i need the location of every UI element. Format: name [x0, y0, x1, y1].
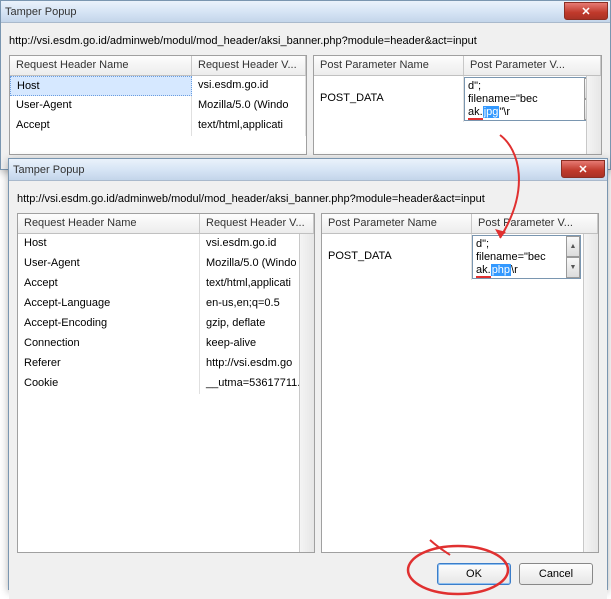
header-name: Accept-Language: [18, 294, 200, 314]
col-header-value[interactable]: Post Parameter V...: [472, 214, 598, 233]
close-button[interactable]: ✕: [561, 160, 605, 178]
header-name: Accept-Encoding: [18, 314, 200, 334]
table-row[interactable]: User-AgentMozilla/5.0 (Windo: [10, 96, 306, 116]
titlebar[interactable]: Tamper Popup ✕: [1, 1, 610, 23]
table-row[interactable]: User-AgentMozilla/5.0 (Windo: [18, 254, 314, 274]
table-row[interactable]: Connectionkeep-alive: [18, 334, 314, 354]
table-row[interactable]: Hostvsi.esdm.go.id: [10, 76, 306, 96]
scrollbar[interactable]: [586, 76, 601, 154]
param-name: POST_DATA: [322, 234, 472, 280]
header-value: en-us,en;q=0.5: [200, 294, 314, 314]
table-row[interactable]: Hostvsi.esdm.go.id: [18, 234, 314, 254]
request-headers-pane: Request Header Name Request Header V... …: [9, 55, 307, 155]
post-params-pane: Post Parameter Name Post Parameter V... …: [321, 213, 599, 553]
header-value: text/html,applicati: [200, 274, 314, 294]
header-name: Connection: [18, 334, 200, 354]
cancel-button[interactable]: Cancel: [519, 563, 593, 585]
header-name: Accept: [18, 274, 200, 294]
table-row[interactable]: Accept-Languageen-us,en;q=0.5: [18, 294, 314, 314]
col-header-name[interactable]: Request Header Name: [10, 56, 192, 75]
url-text: http://vsi.esdm.go.id/adminweb/modul/mod…: [9, 35, 602, 47]
header-value: Mozilla/5.0 (Windo: [200, 254, 314, 274]
spin-up-icon[interactable]: ▲: [566, 236, 580, 257]
post-data-textarea[interactable]: d"; filename="bec ak.php\r ▲ ▼: [472, 235, 581, 279]
header-name: Host: [10, 76, 192, 96]
post-params-pane: Post Parameter Name Post Parameter V... …: [313, 55, 602, 155]
grid-header: Post Parameter Name Post Parameter V...: [314, 56, 601, 76]
param-name: POST_DATA: [314, 76, 464, 122]
col-header-value[interactable]: Request Header V...: [192, 56, 306, 75]
button-bar: OK Cancel: [17, 553, 599, 591]
table-row[interactable]: Accepttext/html,applicati: [18, 274, 314, 294]
header-value: gzip, deflate: [200, 314, 314, 334]
header-name: User-Agent: [18, 254, 200, 274]
window-title: Tamper Popup: [13, 164, 85, 176]
table-row[interactable]: Accepttext/html,applicati: [10, 116, 306, 136]
url-text: http://vsi.esdm.go.id/adminweb/modul/mod…: [17, 193, 599, 205]
col-header-value[interactable]: Request Header V...: [200, 214, 314, 233]
header-value: vsi.esdm.go.id: [200, 234, 314, 254]
header-value: Mozilla/5.0 (Windo: [192, 96, 306, 116]
grid-header: Request Header Name Request Header V...: [18, 214, 314, 234]
header-name: User-Agent: [10, 96, 192, 116]
request-headers-pane: Request Header Name Request Header V... …: [17, 213, 315, 553]
close-button[interactable]: ✕: [564, 2, 608, 20]
post-data-textarea[interactable]: d"; filename="bec ak.jpg"\r ▲ ▼: [464, 77, 599, 121]
highlighted-ext-php: php: [491, 264, 511, 276]
scrollbar[interactable]: [583, 234, 598, 552]
header-value: text/html,applicati: [192, 116, 306, 136]
grid-header: Request Header Name Request Header V...: [10, 56, 306, 76]
col-header-name[interactable]: Post Parameter Name: [314, 56, 464, 75]
header-value: __utma=53617711.: [200, 374, 314, 394]
highlighted-ext-jpg: jpg: [483, 106, 500, 118]
header-name: Host: [18, 234, 200, 254]
table-row[interactable]: Refererhttp://vsi.esdm.go: [18, 354, 314, 374]
titlebar[interactable]: Tamper Popup ✕: [9, 159, 607, 181]
table-row[interactable]: POST_DATA d"; filename="bec ak.php\r ▲ ▼: [322, 234, 598, 280]
header-value: http://vsi.esdm.go: [200, 354, 314, 374]
tamper-popup-window-back: Tamper Popup ✕ http://vsi.esdm.go.id/adm…: [0, 0, 611, 170]
header-value: vsi.esdm.go.id: [192, 76, 306, 96]
spin-down-icon[interactable]: ▼: [566, 257, 580, 278]
header-name: Cookie: [18, 374, 200, 394]
scrollbar[interactable]: [299, 234, 314, 552]
close-icon: ✕: [578, 163, 587, 176]
window-title: Tamper Popup: [5, 6, 77, 18]
tamper-popup-window-front: Tamper Popup ✕ http://vsi.esdm.go.id/adm…: [8, 158, 608, 590]
table-row[interactable]: POST_DATA d"; filename="bec ak.jpg"\r ▲ …: [314, 76, 601, 122]
grid-header: Post Parameter Name Post Parameter V...: [322, 214, 598, 234]
table-row[interactable]: Accept-Encodinggzip, deflate: [18, 314, 314, 334]
header-name: Referer: [18, 354, 200, 374]
col-header-name[interactable]: Request Header Name: [18, 214, 200, 233]
header-name: Accept: [10, 116, 192, 136]
ok-button[interactable]: OK: [437, 563, 511, 585]
col-header-value[interactable]: Post Parameter V...: [464, 56, 601, 75]
close-icon: ✕: [581, 5, 590, 18]
header-value: keep-alive: [200, 334, 314, 354]
table-row[interactable]: Cookie__utma=53617711.: [18, 374, 314, 394]
col-header-name[interactable]: Post Parameter Name: [322, 214, 472, 233]
